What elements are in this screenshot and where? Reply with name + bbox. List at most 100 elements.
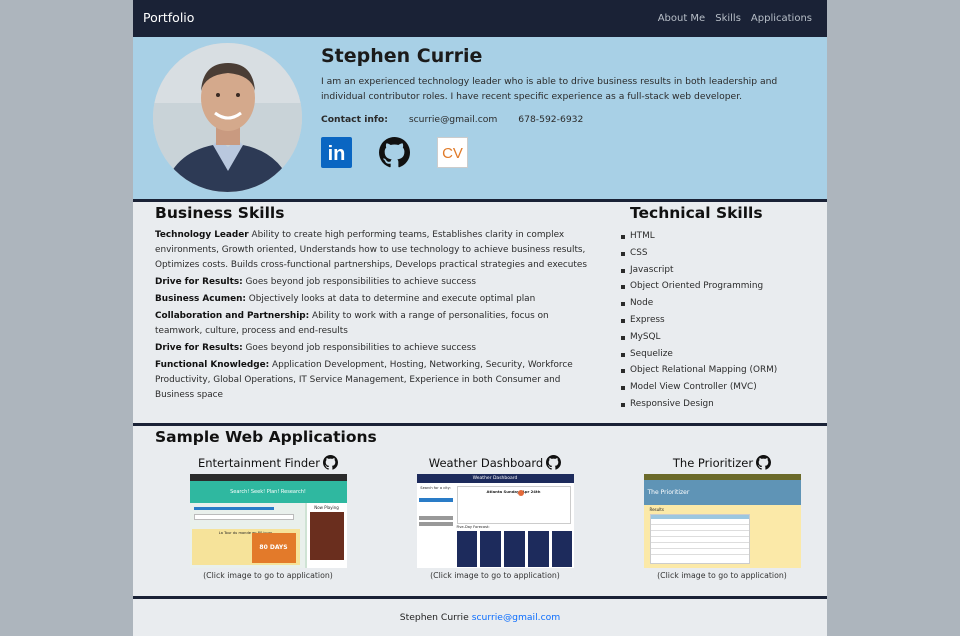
technical-skill-item: Object Relational Mapping (ORM) — [621, 362, 820, 379]
portfolio-page: Portfolio About Me Skills Applications S… — [133, 0, 827, 636]
business-skill-label: Drive for Results: — [155, 277, 243, 287]
technical-skill-item: HTML — [621, 228, 820, 245]
section-divider — [133, 423, 827, 426]
thumb-search-input — [193, 514, 294, 520]
nav-link-applications[interactable]: Applications — [751, 13, 812, 24]
footer-email-link[interactable]: scurrie@gmail.com — [472, 612, 561, 623]
technical-skills-list: HTML CSS Javascript Object Oriented Prog… — [621, 228, 820, 413]
technical-skill-item: Javascript — [621, 262, 820, 279]
thumb-city: Atlanta Sunday, Apr 24th — [486, 489, 541, 494]
github-icon[interactable] — [379, 137, 410, 168]
thumb-table-row — [650, 530, 749, 531]
nav-link-about-me[interactable]: About Me — [658, 13, 706, 24]
thumb-header: The Prioritizer — [643, 480, 801, 505]
thumb-navbar — [189, 474, 347, 481]
thumb-current-weather: Atlanta Sunday, Apr 24th — [456, 486, 571, 524]
contact-email: scurrie@gmail.com — [408, 114, 498, 125]
thumb-table-row — [650, 554, 749, 555]
technical-skill-item: Object Oriented Programming — [621, 278, 820, 295]
thumb-results-label: Results — [649, 507, 664, 512]
thumb-forecast-card — [480, 531, 502, 567]
app-title-text: Entertainment Finder — [197, 455, 320, 470]
business-skill-item: Technology Leader Ability to create high… — [155, 228, 595, 273]
thumb-forecast-card — [551, 531, 573, 567]
technical-skill-item: Node — [621, 295, 820, 312]
thumb-poster: 80 DAYS — [251, 533, 296, 563]
profile-description: I am an experienced technology leader wh… — [321, 76, 778, 102]
app-caption: (Click image to go to application) — [430, 571, 560, 580]
business-skill-label: Business Acumen: — [155, 294, 246, 304]
thumb-table-row — [650, 536, 749, 537]
section-divider — [133, 596, 827, 599]
technical-skill-item: Model View Controller (MVC) — [621, 379, 820, 396]
business-skill-label: Technology Leader — [155, 230, 249, 240]
business-skill-item: Functional Knowledge: Application Develo… — [155, 358, 595, 403]
business-skill-text: Objectively looks at data to determine a… — [245, 294, 536, 304]
thumb-search-label: Search for a city: — [420, 486, 451, 490]
nav-link-skills[interactable]: Skills — [715, 13, 741, 24]
thumb-results-table — [649, 514, 750, 564]
business-skill-item: Drive for Results: Goes beyond job respo… — [155, 341, 595, 356]
footer: Stephen Currie scurrie@gmail.com — [133, 612, 827, 623]
profile-name: Stephen Currie — [321, 45, 483, 67]
app-screenshot[interactable]: Search! Seek! Plan! Research! La Tour du… — [189, 474, 347, 568]
business-skill-text: Goes beyond job responsibilities to achi… — [242, 277, 476, 287]
app-card-the-prioritizer: The Prioritizer The Prioritizer Results … — [627, 455, 817, 580]
app-title: The Prioritizer — [627, 455, 817, 470]
cv-label: CV — [442, 145, 463, 162]
navbar-brand[interactable]: Portfolio — [143, 10, 194, 25]
business-skill-text: Goes beyond job responsibilities to achi… — [242, 343, 476, 353]
nav-links: About Me Skills Applications — [658, 13, 812, 24]
about-me-section: Stephen Currie I am an experienced techn… — [133, 37, 827, 199]
thumb-side-poster — [309, 512, 344, 560]
thumb-table-row — [650, 548, 749, 549]
technical-skill-item: Sequelize — [621, 346, 820, 363]
app-title-text: Weather Dashboard — [428, 455, 544, 470]
thumb-main: La Tour du monde en 80 jours 80 DAYS — [189, 503, 305, 568]
business-skills-section: Business Skills Technology Leader Abilit… — [155, 204, 595, 405]
technical-skill-item: Responsive Design — [621, 396, 820, 413]
app-screenshot[interactable]: Weather Dashboard Search for a city: Atl… — [416, 474, 574, 568]
technical-skills-section: Technical Skills HTML CSS Javascript Obj… — [621, 204, 820, 413]
app-title: Entertainment Finder — [173, 455, 363, 470]
app-card-entertainment-finder: Entertainment Finder Search! Seek! Plan!… — [173, 455, 363, 580]
thumb-forecast-card — [527, 531, 549, 567]
business-skill-item: Drive for Results: Goes beyond job respo… — [155, 275, 595, 290]
app-card-weather-dashboard: Weather Dashboard Weather Dashboard Sear… — [400, 455, 590, 580]
thumb-table-header — [650, 515, 749, 519]
app-caption: (Click image to go to application) — [657, 571, 787, 580]
thumb-forecast-label: Five-Day Forecast: — [456, 525, 490, 529]
thumb-sidebar: Now Playing — [306, 503, 347, 568]
github-icon[interactable] — [756, 455, 772, 470]
thumb-sun-icon — [517, 490, 524, 496]
thumb-header: Search! Seek! Plan! Research! — [189, 481, 347, 503]
cv-icon[interactable]: CV — [437, 137, 468, 168]
technical-skill-item: CSS — [621, 245, 820, 262]
business-skill-item: Business Acumen: Objectively looks at da… — [155, 292, 595, 307]
thumb-table-row — [650, 524, 749, 525]
business-skill-label: Functional Knowledge: — [155, 360, 270, 370]
navbar: Portfolio About Me Skills Applications — [133, 0, 827, 37]
thumb-history-item — [418, 516, 453, 520]
applications-title: Sample Web Applications — [155, 428, 377, 446]
thumb-history-item — [418, 522, 453, 526]
business-skills-title: Business Skills — [155, 204, 285, 222]
thumb-table-row — [650, 542, 749, 543]
contact-label: Contact info: — [321, 114, 388, 125]
github-icon[interactable] — [546, 455, 562, 470]
github-icon[interactable] — [323, 455, 338, 470]
thumb-header: Weather Dashboard — [416, 474, 574, 483]
technical-skill-item: Express — [621, 312, 820, 329]
contact-phone: 678-592-6932 — [518, 114, 584, 125]
thumb-forecast-cards — [456, 531, 573, 567]
linkedin-icon[interactable]: in — [321, 137, 352, 168]
thumb-search-label — [193, 507, 274, 510]
business-skill-label: Drive for Results: — [155, 343, 243, 353]
thumb-result-card: La Tour du monde en 80 jours 80 DAYS — [191, 529, 300, 565]
business-skills-list: Technology Leader Ability to create high… — [155, 228, 595, 403]
footer-name: Stephen Currie — [399, 612, 469, 623]
app-screenshot[interactable]: The Prioritizer Results — [643, 474, 801, 568]
linkedin-label: in — [328, 143, 346, 165]
technical-skills-title: Technical Skills — [630, 204, 763, 222]
app-caption: (Click image to go to application) — [203, 571, 333, 580]
